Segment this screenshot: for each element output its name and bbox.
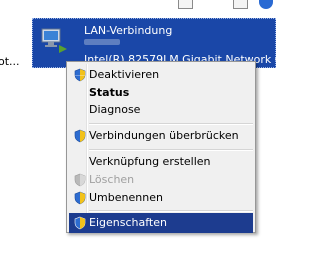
menu-item-label: Löschen [89, 173, 135, 186]
menu-item-verbindungen-ueberbruecken[interactable]: Verbindungen überbrücken [69, 126, 253, 146]
help-icon[interactable] [259, 0, 273, 9]
menu-item-diagnose[interactable]: Diagnose [69, 100, 253, 120]
menu-item-umbenennen[interactable]: Umbenennen [69, 188, 253, 208]
menu-item-label: Verbindungen überbrücken [89, 129, 239, 142]
connection-name: LAN-Verbindung [84, 24, 173, 37]
truncated-item-label: ot... [0, 55, 20, 68]
menu-separator [89, 123, 253, 125]
network-adapter-icon [41, 28, 67, 53]
uac-shield-icon [74, 216, 86, 230]
menu-item-deaktivieren[interactable]: Deaktivieren [69, 65, 253, 85]
menu-item-loeschen: Löschen [69, 170, 253, 190]
menu-item-verknuepfung-erstellen[interactable]: Verknüpfung erstellen [69, 152, 253, 172]
menu-item-label: Umbenennen [89, 191, 163, 204]
menu-item-eigenschaften[interactable]: Eigenschaften [69, 213, 253, 233]
uac-shield-icon [74, 68, 86, 82]
menu-separator [89, 210, 253, 212]
toolbar-icon[interactable] [178, 0, 193, 9]
menu-item-label: Diagnose [89, 103, 141, 116]
menu-item-label: Eigenschaften [89, 216, 167, 229]
view-options-icon[interactable] [233, 0, 248, 9]
menu-item-label: Deaktivieren [89, 68, 160, 81]
menu-separator [89, 149, 253, 151]
network-status-redacted [84, 39, 120, 45]
uac-shield-icon [74, 191, 86, 205]
uac-shield-icon [74, 173, 86, 187]
context-menu: Deaktivieren Status Diagnose Verbindunge… [66, 61, 256, 233]
menu-item-label: Verknüpfung erstellen [89, 155, 211, 168]
toolbar-strip [0, 0, 281, 10]
uac-shield-icon [74, 129, 86, 143]
